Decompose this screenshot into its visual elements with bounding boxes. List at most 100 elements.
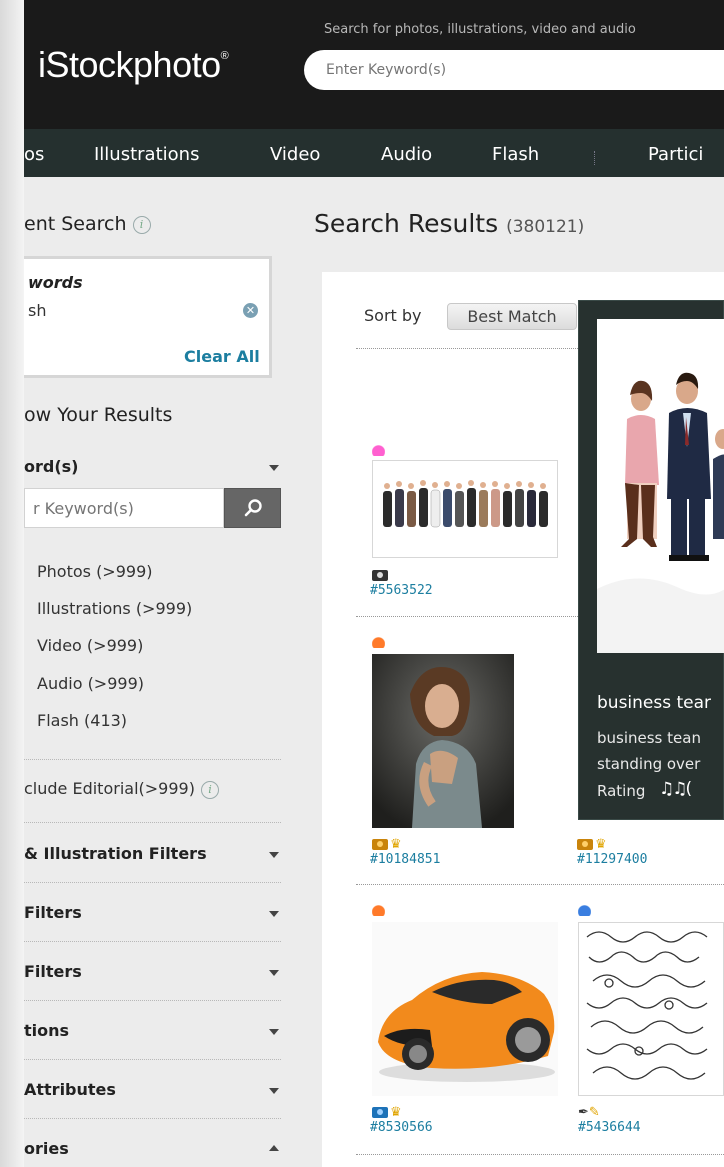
photo-type-icons: ♛ [372,1105,402,1120]
current-search-label: ent Search [24,213,127,235]
chevron-up-icon [269,1145,279,1151]
nav-item-audio[interactable]: Audio [381,144,432,165]
categories-header[interactable]: ories [24,1139,279,1158]
chevron-down-icon [269,911,279,917]
nav-item-photos[interactable]: os [24,144,44,165]
file-id-link[interactable]: #5563522 [370,583,433,598]
current-search-heading: ent Search i [24,213,151,235]
divider [24,882,281,883]
search-icon [244,499,262,517]
filter-type-photos[interactable]: Photos (>999) [37,562,153,581]
current-search-box: words sh ✕ Clear All [24,256,272,378]
crown-icon: ♛ [390,837,402,852]
nav-item-participate[interactable]: Partici [648,144,703,165]
collections-header[interactable]: tions [24,1021,279,1040]
camera-icon [372,570,388,581]
filter-section-label: Filters [24,903,82,922]
crown-icon: ♛ [390,1105,402,1120]
divider [356,884,724,885]
logo[interactable]: iStockphoto® [38,44,229,86]
include-editorial-label: clude Editorial(>999) [24,779,195,798]
flame-icon [578,902,591,916]
filter-type-flash[interactable]: Flash (413) [37,711,127,730]
camera-icon [372,1107,388,1118]
video-filters-header[interactable]: Filters [24,903,279,922]
refine-search-button[interactable] [224,488,281,528]
flame-icon [372,902,385,916]
filter-section-label: tions [24,1021,70,1040]
flame-icon [372,442,385,456]
nav-item-flash[interactable]: Flash [492,144,539,165]
file-id-link[interactable]: #8530566 [370,1120,433,1135]
file-id-link[interactable]: #5436644 [578,1120,641,1135]
preview-description-line: standing over [597,755,701,773]
file-id-link[interactable]: #10184851 [370,852,440,867]
info-icon[interactable]: i [132,215,151,234]
woman-portrait-image [372,654,514,828]
pen-icon: ✒ [578,1105,589,1120]
divider [24,1118,281,1119]
preview-popup: business tear business tean standing ove… [578,300,724,820]
nav-separator [594,151,595,165]
photo-illustration-filters-header[interactable]: & Illustration Filters [24,844,279,863]
attributes-header[interactable]: Attributes [24,1080,279,1099]
browser-content: iStockphoto® Search for photos, illustra… [24,0,724,1167]
divider [24,1000,281,1001]
main-nav: os Illustrations Video Audio Flash Parti… [24,129,724,177]
result-thumbnail[interactable] [372,460,558,558]
sort-label: Sort by [364,306,422,325]
result-thumbnail[interactable] [578,922,724,1096]
sports-car-image [372,922,558,1096]
sort-best-match-button[interactable]: Best Match [447,303,577,330]
logo-text: iStockphoto [38,44,221,85]
result-thumbnail[interactable] [372,654,514,828]
refine-keyword-input[interactable] [24,488,224,528]
chevron-down-icon [269,1088,279,1094]
chevron-down-icon [269,970,279,976]
file-id-link[interactable]: #11297400 [577,852,647,867]
remove-keyword-icon[interactable]: ✕ [243,303,258,318]
preview-rating-label: Rating [597,782,646,800]
crown-icon: ♛ [595,837,607,852]
ornament-swirls-image [579,923,723,1095]
audio-filters-header[interactable]: Filters [24,962,279,981]
business-team-preview-image [597,319,724,653]
brush-icon: ✎ [588,1105,600,1120]
filter-type-audio[interactable]: Audio (>999) [37,674,144,693]
search-hint: Search for photos, illustrations, video … [324,22,636,37]
logo-mark: ® [220,50,229,62]
nav-item-video[interactable]: Video [270,144,320,165]
include-editorial-option[interactable]: clude Editorial(>999) i [24,779,219,799]
filter-type-illustrations[interactable]: Illustrations (>999) [37,599,192,618]
rating-icons: ♫♫( [659,779,692,799]
camera-icon [577,839,593,850]
chevron-down-icon [269,465,279,471]
nav-item-illustrations[interactable]: Illustrations [94,144,199,165]
divider [24,759,281,760]
divider [24,941,281,942]
photo-type-icons: ♛ [372,837,402,852]
clear-all-link[interactable]: Clear All [184,347,260,366]
search-input[interactable] [304,50,724,90]
keyword-value: sh [28,301,47,320]
keywords-title: words [28,273,83,292]
filter-type-video[interactable]: Video (>999) [37,636,143,655]
filter-section-label: Attributes [24,1080,116,1099]
camera-icon [372,839,388,850]
filter-section-label: & Illustration Filters [24,844,207,863]
narrow-results-heading: ow Your Results [24,404,173,426]
results-title-text: Search Results [314,209,499,238]
sidebar: ent Search i words sh ✕ Clear All ow Your… [24,177,294,1167]
photo-type-icons: ♛ [577,837,607,852]
site-header: iStockphoto® Search for photos, illustra… [24,0,724,129]
flame-icon [372,634,385,648]
preview-title: business tear [597,693,712,713]
info-icon[interactable]: i [200,780,219,799]
business-team-image [373,461,557,557]
divider [24,822,281,823]
result-thumbnail[interactable] [372,922,558,1096]
keyword-section-header[interactable]: ord(s) [24,457,279,476]
chevron-down-icon [269,852,279,858]
filter-section-label: Filters [24,962,82,981]
chevron-down-icon [269,1029,279,1035]
